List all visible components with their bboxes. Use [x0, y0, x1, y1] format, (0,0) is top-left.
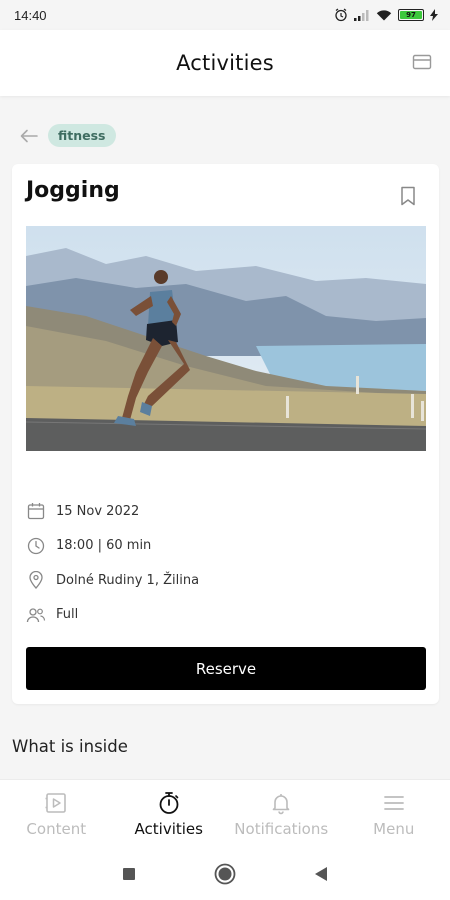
alarm-icon [334, 8, 348, 22]
nav-label-activities: Activities [134, 819, 203, 838]
back-button[interactable] [18, 125, 40, 147]
bell-icon [268, 790, 294, 816]
bookmark-button[interactable] [399, 186, 417, 206]
system-nav-bar [0, 847, 450, 900]
time-row: 18:00 | 60 min [26, 529, 426, 564]
activity-capacity: Full [56, 607, 79, 623]
triangle-back-icon [315, 866, 327, 881]
play-square-icon [43, 790, 69, 816]
capacity-row: Full [26, 598, 426, 633]
card-icon [412, 54, 432, 70]
activity-time: 18:00 | 60 min [56, 538, 152, 554]
nav-label-menu: Menu [373, 819, 415, 838]
nav-label-notifications: Notifications [234, 819, 329, 838]
activity-location: Dolné Rudiny 1, Žilina [56, 572, 200, 588]
nav-item-activities[interactable]: Activities [113, 780, 226, 847]
location-pin-icon [26, 570, 46, 590]
stopwatch-icon [156, 790, 182, 816]
circle-icon [214, 863, 236, 884]
wifi-icon [376, 9, 392, 21]
arrow-left-icon [20, 129, 38, 142]
status-bar: 14:40 97 [0, 0, 450, 30]
nav-label-content: Content [26, 819, 87, 838]
square-icon [123, 867, 135, 880]
date-row: 15 Nov 2022 [26, 494, 426, 529]
nav-item-notifications[interactable]: Notifications [225, 780, 338, 847]
card-button[interactable] [412, 53, 432, 71]
activity-image [26, 226, 426, 451]
nav-item-content[interactable]: Content [0, 780, 113, 847]
bookmark-icon [401, 186, 415, 206]
signal-icon [354, 9, 370, 21]
battery-icon: 97 [398, 9, 424, 21]
status-time: 14:40 [14, 7, 47, 23]
main-content[interactable]: fitness Jogging 15 Nov 2022 18:00 | 60 m… [0, 96, 450, 779]
status-icons: 97 [334, 8, 438, 22]
recents-button[interactable] [117, 862, 141, 886]
activity-details: 15 Nov 2022 18:00 | 60 min Dolné Rudiny … [26, 494, 426, 632]
users-icon [26, 605, 46, 625]
category-tag[interactable]: fitness [48, 124, 116, 147]
activity-card: Jogging 15 Nov 2022 18:00 | 60 min Dolné… [12, 164, 439, 704]
activity-date: 15 Nov 2022 [56, 503, 140, 519]
bottom-nav: Content Activities Notifications Menu [0, 779, 450, 847]
page-title: Activities [176, 51, 274, 75]
app-header: Activities [0, 30, 450, 96]
breadcrumb: fitness [18, 124, 116, 147]
runner-photo [26, 226, 426, 451]
menu-icon [381, 790, 407, 816]
location-row: Dolné Rudiny 1, Žilina [26, 563, 426, 598]
section-heading: What is inside [12, 737, 128, 756]
charging-icon [430, 9, 438, 21]
calendar-icon [26, 501, 46, 521]
home-button[interactable] [213, 862, 237, 886]
back-system-button[interactable] [309, 862, 333, 886]
activity-title: Jogging [26, 178, 120, 203]
reserve-button[interactable]: Reserve [26, 647, 426, 690]
clock-icon [26, 536, 46, 556]
nav-item-menu[interactable]: Menu [338, 780, 450, 847]
battery-level: 97 [400, 11, 422, 19]
